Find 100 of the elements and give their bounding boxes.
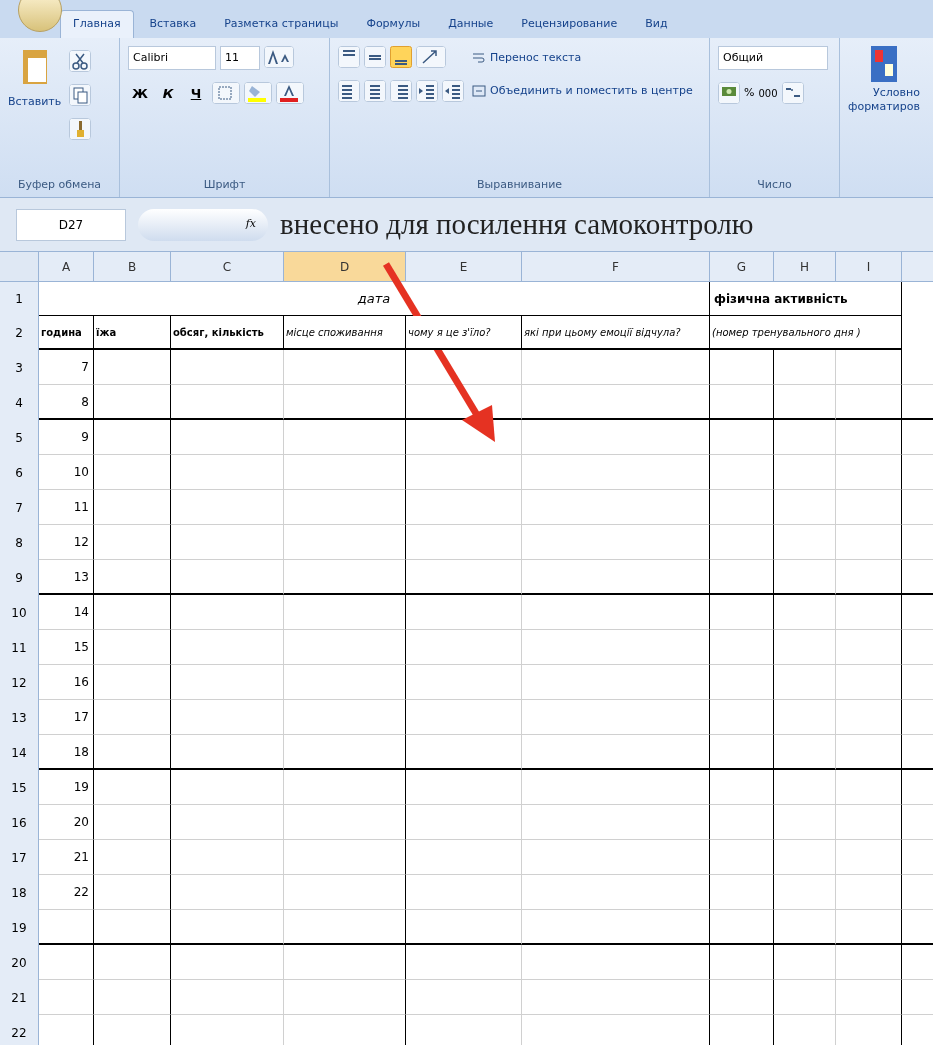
number-format-field[interactable]: Общий	[718, 46, 828, 70]
group-label: Число	[757, 176, 792, 193]
italic-button[interactable]: К	[156, 82, 180, 106]
thousands-button[interactable]: 000	[758, 85, 778, 101]
row-header[interactable]: 9	[0, 560, 39, 595]
ribbon-tab[interactable]: Данные	[436, 10, 506, 38]
wrap-text-button[interactable]: Перенос текста	[472, 50, 693, 67]
table-cell: година	[39, 316, 94, 350]
table-cell	[774, 525, 836, 560]
table-cell	[710, 525, 774, 560]
ribbon-tab[interactable]: Рецензирование	[509, 10, 630, 38]
row-header[interactable]: 18	[0, 875, 39, 910]
row-header[interactable]: 10	[0, 595, 39, 630]
align-right-icon[interactable]	[390, 80, 412, 102]
brush-icon[interactable]	[69, 118, 92, 140]
row-header[interactable]: 7	[0, 490, 39, 525]
underline-button[interactable]: Ч	[184, 82, 208, 106]
fx-button[interactable]: fx	[138, 208, 268, 241]
ribbon-tab[interactable]: Вид	[633, 10, 680, 38]
font-color-icon[interactable]	[276, 82, 304, 104]
column-header[interactable]: F	[522, 252, 710, 282]
row-header[interactable]: 19	[0, 910, 39, 945]
row-header[interactable]: 14	[0, 735, 39, 770]
row-header[interactable]: 16	[0, 805, 39, 840]
fill-color-icon[interactable]	[244, 82, 272, 104]
column-header[interactable]: B	[94, 252, 171, 282]
table-cell: які при цьому емоції відчула?	[522, 316, 710, 350]
ribbon-tab[interactable]: Формулы	[354, 10, 433, 38]
row-header[interactable]: 6	[0, 455, 39, 490]
percent-button[interactable]: %	[744, 84, 755, 102]
row-header[interactable]: 5	[0, 420, 39, 455]
table-cell: 13	[39, 560, 94, 595]
currency-icon[interactable]	[718, 82, 740, 104]
table-cell: 7	[39, 350, 94, 385]
column-header[interactable]: C	[171, 252, 284, 282]
table-cell	[774, 700, 836, 735]
align-middle-icon[interactable]	[364, 46, 386, 68]
font-size-field[interactable]: 11	[220, 46, 260, 70]
table-cell: 20	[39, 805, 94, 840]
scissors-icon[interactable]	[69, 50, 92, 72]
indent-icon[interactable]	[416, 80, 438, 102]
outdent-icon[interactable]	[442, 80, 464, 102]
font-size-icon[interactable]	[264, 46, 294, 68]
table-cell	[836, 385, 902, 420]
column-header[interactable]: E	[406, 252, 522, 282]
conditional-format-button[interactable]: Условно форматиров	[848, 86, 920, 114]
table-cell: 11	[39, 490, 94, 525]
table-cell	[774, 840, 836, 875]
ribbon-tab[interactable]: Разметка страницы	[212, 10, 351, 38]
table-cell: їжа	[94, 316, 171, 350]
decimal-icon[interactable]	[781, 82, 804, 104]
column-header[interactable]: D	[284, 252, 406, 282]
table-cell: 8	[39, 385, 94, 420]
row-header[interactable]: 17	[0, 840, 39, 875]
merge-cells-icon	[472, 83, 486, 98]
column-header[interactable]: G	[710, 252, 774, 282]
row-header[interactable]: 3	[0, 350, 39, 385]
table-cell	[710, 980, 774, 1015]
align-top-icon[interactable]	[338, 46, 360, 68]
column-header[interactable]: I	[836, 252, 902, 282]
column-header[interactable]: A	[39, 252, 94, 282]
merge-center-button[interactable]: Объединить и поместить в центре	[472, 82, 693, 99]
table-cell	[710, 840, 774, 875]
row-header[interactable]: 22	[0, 1015, 39, 1045]
row-header[interactable]: 13	[0, 700, 39, 735]
orientation-icon[interactable]	[416, 46, 446, 68]
table-cell	[836, 945, 902, 980]
row-header[interactable]: 12	[0, 665, 39, 700]
row-header[interactable]: 2	[0, 316, 39, 350]
name-box[interactable]: D27	[16, 208, 126, 241]
ribbon-tab[interactable]: Вставка	[137, 10, 209, 38]
column-header[interactable]: H	[774, 252, 836, 282]
row-header[interactable]: 20	[0, 945, 39, 980]
align-left-icon[interactable]	[338, 80, 360, 102]
table-cell	[774, 875, 836, 910]
font-name-field[interactable]: Calibri	[128, 46, 216, 70]
row-header[interactable]: 1	[0, 282, 39, 316]
copy-icon[interactable]	[69, 84, 92, 106]
row-header[interactable]: 21	[0, 980, 39, 1015]
table-cell	[710, 420, 774, 455]
row-header[interactable]: 15	[0, 770, 39, 805]
paste-button[interactable]: Вставить	[8, 46, 62, 177]
row-header[interactable]: 11	[0, 630, 39, 665]
row-header[interactable]: 4	[0, 385, 39, 420]
row-header[interactable]: 8	[0, 525, 39, 560]
table-cell: 12	[39, 525, 94, 560]
wrap-text-icon	[472, 51, 486, 66]
table-cell	[710, 350, 774, 385]
table-cell	[710, 700, 774, 735]
table-cell	[774, 735, 836, 770]
table-cell	[774, 665, 836, 700]
ribbon-tab[interactable]: Главная	[60, 10, 134, 38]
table-cell	[710, 665, 774, 700]
bold-button[interactable]: Ж	[128, 82, 152, 106]
table-cell	[836, 805, 902, 840]
table-cell	[836, 770, 902, 805]
table-cell	[836, 455, 902, 490]
align-center-icon[interactable]	[364, 80, 386, 102]
table-cell	[774, 595, 836, 630]
align-bottom-icon[interactable]	[390, 46, 412, 68]
